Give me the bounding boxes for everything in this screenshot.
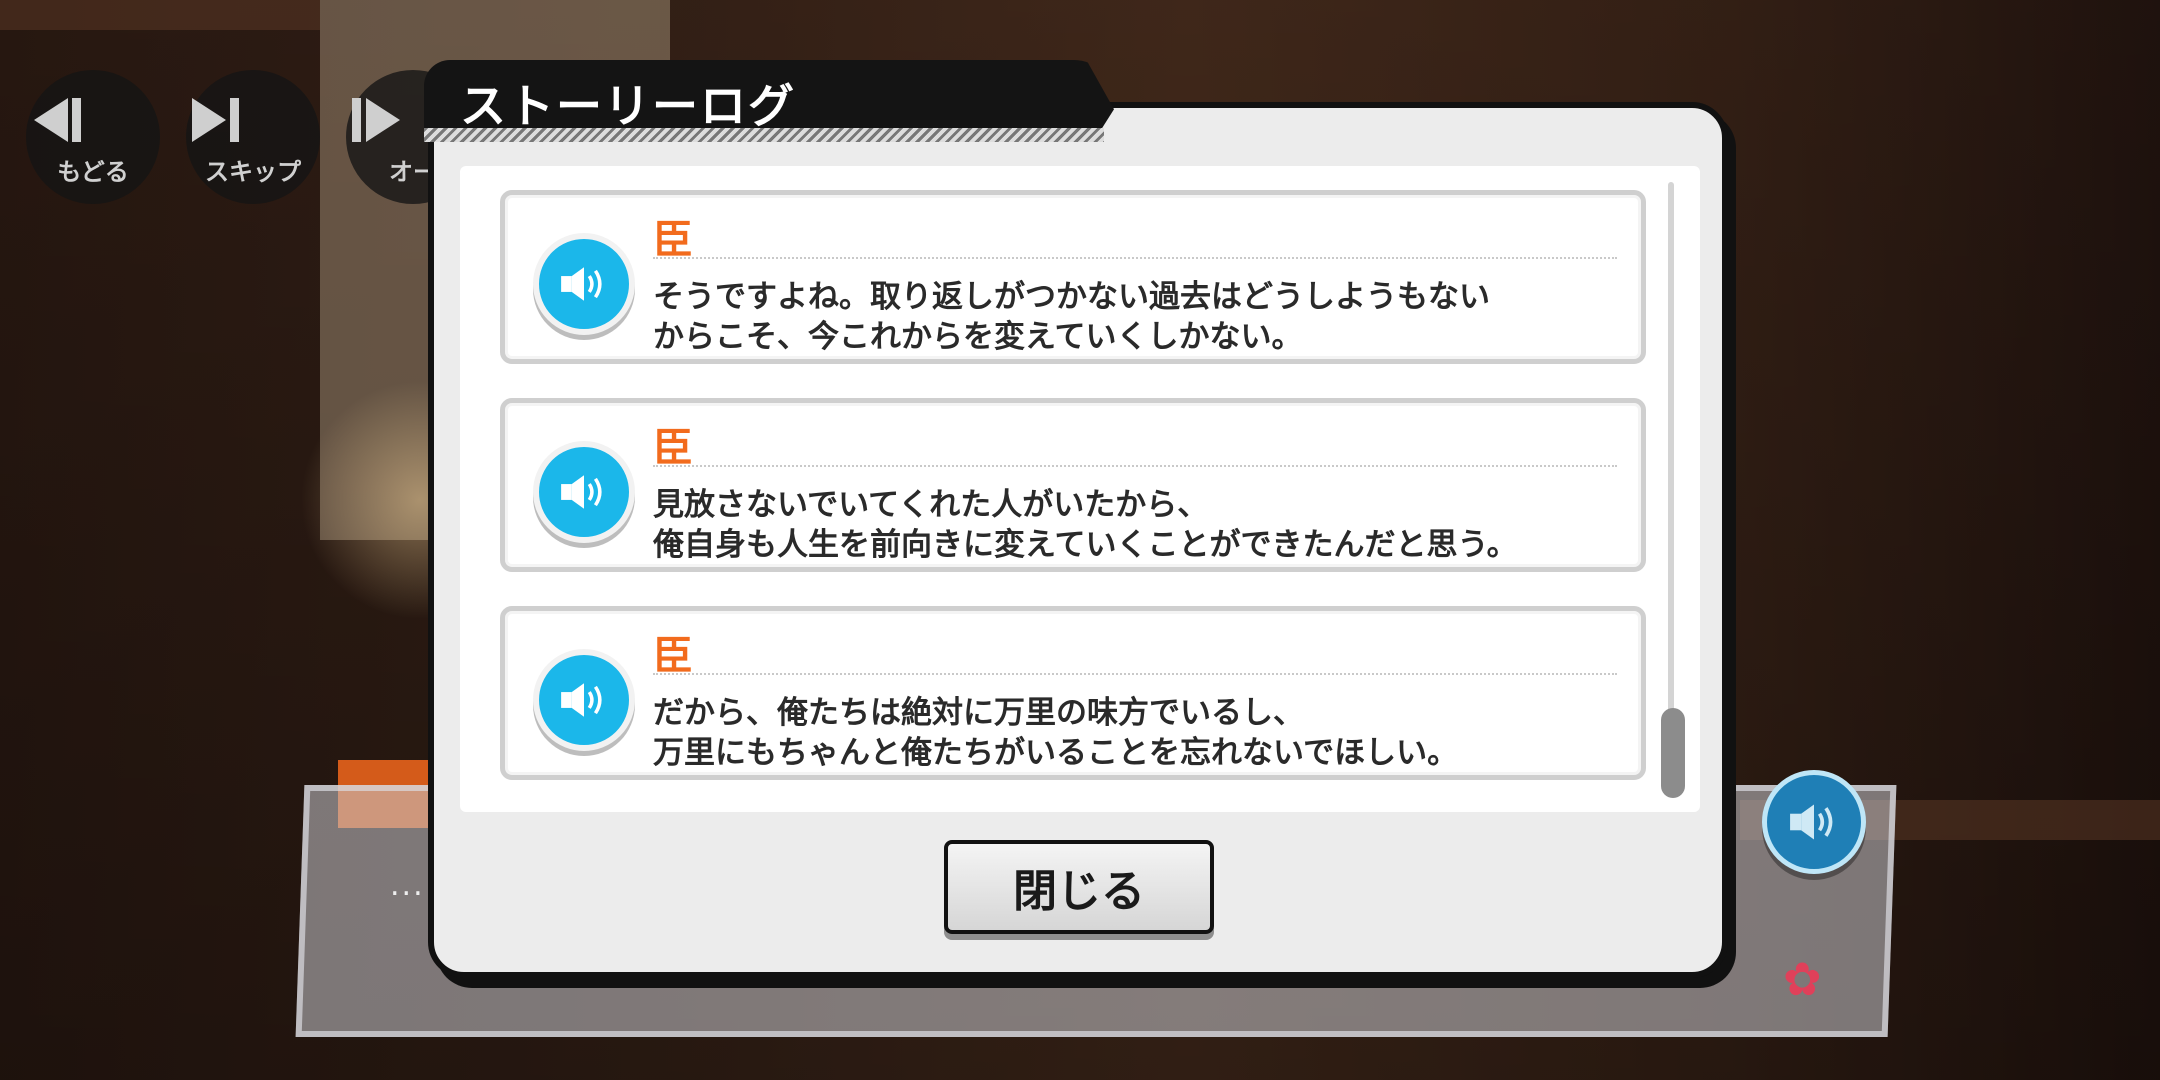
skip-icon [192, 98, 239, 142]
voice-play-button[interactable] [533, 233, 635, 335]
voice-play-button[interactable] [533, 441, 635, 543]
dialogue-line: 万里にもちゃんと俺たちがいることを忘れないでほしい。 [653, 735, 1459, 771]
voice-replay-button[interactable] [1762, 770, 1866, 874]
close-button[interactable]: 閉じる [944, 840, 1214, 934]
speaker-icon [1790, 804, 1833, 840]
divider [653, 465, 1617, 467]
back-label: もどる [57, 158, 129, 186]
speaker-icon [561, 267, 602, 301]
divider [653, 257, 1617, 259]
dialogue-line: だから、俺たちは絶対に万里の味方でいるし、 [653, 695, 1304, 731]
speaker-icon [561, 475, 602, 509]
wood-beam [0, 0, 320, 30]
log-entry: 臣 だから、俺たちは絶対に万里の味方でいるし、 万里にもちゃんと俺たちがいること… [500, 606, 1646, 780]
dialogue-line: からこそ、今これからを変えていくしかない。 [653, 319, 1303, 355]
log-entry: 臣 見放さないでいてくれた人がいたから、 俺自身も人生を前向きに変えていくことが… [500, 398, 1646, 572]
speaker-icon [561, 683, 602, 717]
rewind-icon [34, 98, 81, 142]
scrollbar-thumb[interactable] [1661, 708, 1685, 798]
dialogue-line: 俺自身も人生を前向きに変えていくことができたんだと思う。 [653, 527, 1518, 563]
auto-play-icon [352, 98, 400, 142]
sakura-icon: ✿ [1783, 952, 1822, 1006]
dialogue-line: そうですよね。取り返しがつかない過去はどうしようもない [653, 279, 1490, 315]
log-entry: 臣 そうですよね。取り返しがつかない過去はどうしようもない からこそ、今これから… [500, 190, 1646, 364]
skip-button[interactable]: スキップ [186, 70, 320, 204]
divider [653, 673, 1617, 675]
scrollbar-track[interactable] [1668, 182, 1674, 782]
back-button[interactable]: もどる [26, 70, 160, 204]
modal-title: ストーリーログ [460, 79, 796, 133]
dialogue-ellipsis: ... [390, 868, 425, 903]
voice-play-button[interactable] [533, 649, 635, 751]
dialogue-line: 見放さないでいてくれた人がいたから、 [653, 487, 1209, 523]
skip-label: スキップ [205, 158, 301, 186]
